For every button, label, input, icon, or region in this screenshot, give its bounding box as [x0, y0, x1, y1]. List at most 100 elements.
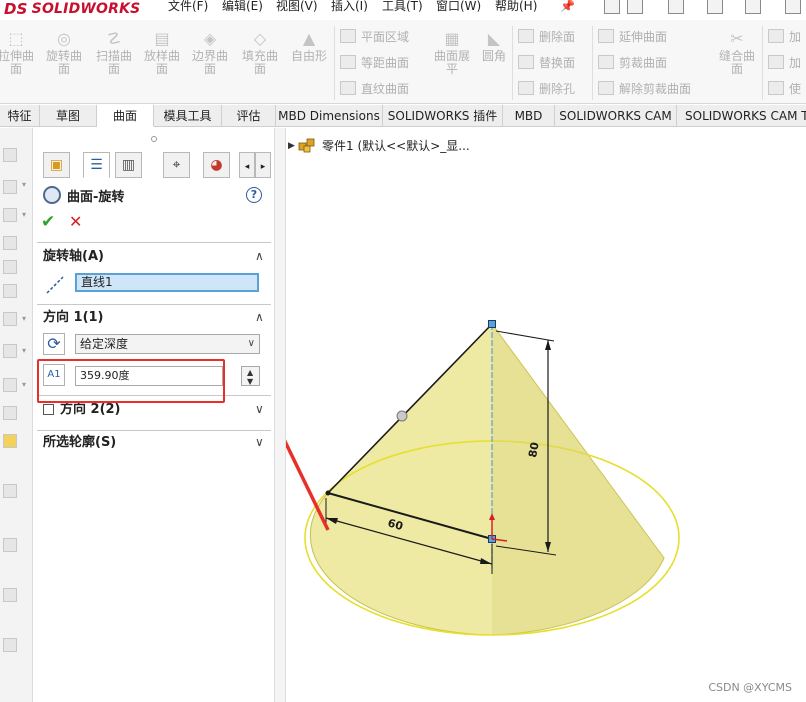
revolve-surface-button[interactable]: ◎ 旋转曲 面 — [44, 30, 84, 76]
panel-grip-icon[interactable] — [151, 136, 157, 142]
new-document-icon[interactable] — [627, 0, 643, 14]
fill-surface-button[interactable]: ◇ 填充曲 面 — [240, 30, 280, 76]
thicken-cut-button[interactable]: 加 — [768, 52, 801, 72]
direction1-section-heading[interactable]: 方向 1(1) — [43, 309, 104, 327]
chevron-down-icon[interactable]: ▾ — [22, 314, 26, 323]
loft-surface-label: 放样曲 面 — [143, 49, 180, 76]
knit-surface-button[interactable]: ✂ 缝合曲 面 — [715, 30, 759, 76]
direction2-section-heading[interactable]: 方向 2(2) — [60, 401, 121, 419]
planar-surface-button[interactable]: 平面区域 — [340, 26, 409, 46]
rotate-handle-icon[interactable] — [396, 410, 408, 422]
display-manager-tab[interactable]: ◕ — [203, 152, 230, 178]
print-icon[interactable] — [745, 0, 761, 14]
tab-surfaces[interactable]: 曲面 — [97, 105, 154, 127]
menu-edit[interactable]: 编辑(E) — [222, 0, 263, 14]
strip-tool-icon[interactable] — [3, 538, 17, 552]
dimxpert-tab[interactable]: ⌖ — [163, 152, 190, 178]
chevron-down-icon[interactable]: ∨ — [255, 402, 267, 416]
strip-tool-icon[interactable] — [3, 180, 17, 194]
delete-hole-button[interactable]: 删除孔 — [518, 78, 575, 98]
strip-tool-icon[interactable] — [3, 378, 17, 392]
freeform-button[interactable]: ▲ 自由形 — [289, 30, 329, 63]
offset-surface-button[interactable]: 等距曲面 — [340, 52, 409, 72]
strip-tool-icon[interactable] — [3, 638, 17, 652]
end-condition-select[interactable]: 给定深度 ∨ — [75, 334, 260, 354]
angle-spinner[interactable]: ▲ ▼ — [241, 366, 260, 386]
menu-help[interactable]: 帮助(H) — [495, 0, 537, 14]
strip-tool-icon[interactable] — [3, 588, 17, 602]
selected-contours-heading[interactable]: 所选轮廓(S) — [43, 434, 116, 452]
feature-manager-tab[interactable]: ▣ — [43, 152, 70, 178]
extend-surface-button[interactable]: 延伸曲面 — [598, 26, 667, 46]
tab-mbd[interactable]: MBD — [503, 105, 555, 127]
strip-tool-icon[interactable] — [3, 406, 17, 420]
untrim-surface-button[interactable]: 解除剪裁曲面 — [598, 78, 691, 98]
tab-sketch[interactable]: 草图 — [40, 105, 97, 127]
configuration-manager-tab[interactable]: ▥ — [115, 152, 142, 178]
graphics-area[interactable]: ▶ 零件1 (默认<<默认>_显... 80 60 CSDN @XYCMS — [286, 128, 806, 702]
replace-face-button[interactable]: 替换面 — [518, 52, 575, 72]
tab-mbd-dimensions[interactable]: MBD Dimensions — [276, 105, 383, 127]
chevron-up-icon[interactable]: ∧ — [255, 249, 267, 263]
strip-tool-icon[interactable] — [3, 312, 17, 326]
menu-file[interactable]: 文件(F) — [168, 0, 208, 14]
tab-solidworks-cam-tbi[interactable]: SOLIDWORKS CAM TBI — [677, 105, 806, 127]
strip-tool-icon[interactable] — [3, 434, 17, 448]
strip-tool-icon[interactable] — [3, 260, 17, 274]
thicken-button[interactable]: 加 — [768, 26, 801, 46]
open-document-icon[interactable] — [668, 0, 684, 14]
chevron-down-icon[interactable]: ▾ — [22, 180, 26, 189]
axis-selection-field[interactable]: 直线1 — [75, 273, 259, 292]
strip-tool-icon[interactable] — [3, 284, 17, 298]
fillet-button[interactable]: ◣ 圆角 — [476, 30, 512, 63]
chevron-up-icon[interactable]: ∧ — [255, 310, 267, 324]
chevron-down-icon[interactable]: ▾ — [22, 380, 26, 389]
spin-down-icon[interactable]: ▼ — [247, 377, 253, 386]
strip-tool-icon[interactable] — [3, 484, 17, 498]
axis-section-heading[interactable]: 旋转轴(A) — [43, 248, 104, 266]
loft-surface-button[interactable]: ▤ 放样曲 面 — [142, 30, 182, 76]
menu-insert[interactable]: 插入(I) — [331, 0, 368, 14]
ok-button[interactable]: ✔ — [41, 212, 55, 232]
tabs-scroll-left[interactable]: ◂ — [239, 152, 255, 178]
reverse-direction-icon[interactable]: ⟳ — [43, 333, 65, 355]
boundary-surface-button[interactable]: ◈ 边界曲 面 — [190, 30, 230, 76]
ruled-surface-button[interactable]: 直纹曲面 — [340, 78, 409, 98]
base-edge-point[interactable] — [325, 490, 331, 496]
chevron-down-icon[interactable]: ∨ — [255, 435, 267, 449]
cut-with-surface-button[interactable]: 使 — [768, 78, 801, 98]
tab-evaluate[interactable]: 评估 — [222, 105, 276, 127]
home-icon[interactable] — [604, 0, 620, 14]
trim-surface-button[interactable]: 剪裁曲面 — [598, 52, 667, 72]
save-icon[interactable] — [707, 0, 723, 14]
apex-point[interactable] — [488, 320, 496, 328]
property-manager-tab[interactable]: ☰ — [83, 152, 110, 178]
height-dimension-text[interactable]: 80 — [526, 441, 542, 459]
strip-tool-icon[interactable] — [3, 208, 17, 222]
strip-tool-icon[interactable] — [3, 148, 17, 162]
menu-tools[interactable]: 工具(T) — [382, 0, 423, 14]
help-icon[interactable]: ? — [246, 187, 262, 203]
tab-solidworks-cam[interactable]: SOLIDWORKS CAM — [555, 105, 677, 127]
tab-mold-tools[interactable]: 模具工具 — [154, 105, 222, 127]
sweep-surface-button[interactable]: ☡ 扫描曲 面 — [94, 30, 134, 76]
tabs-scroll-right[interactable]: ▸ — [255, 152, 271, 178]
menu-window[interactable]: 窗口(W) — [436, 0, 481, 14]
chevron-down-icon[interactable]: ▾ — [22, 346, 26, 355]
tab-features[interactable]: 特征 — [0, 105, 40, 127]
delete-face-button[interactable]: 删除面 — [518, 26, 575, 46]
menu-view[interactable]: 视图(V) — [276, 0, 318, 14]
knit-surface-label: 缝合曲 面 — [718, 49, 755, 76]
panel-scrollbar[interactable] — [274, 128, 286, 702]
strip-tool-icon[interactable] — [3, 344, 17, 358]
surface-flatten-button[interactable]: ▦ 曲面展 平 — [430, 30, 474, 76]
spin-up-icon[interactable]: ▲ — [247, 368, 253, 377]
chevron-down-icon[interactable]: ▾ — [22, 210, 26, 219]
strip-tool-icon[interactable] — [3, 236, 17, 250]
tab-solidworks-addins[interactable]: SOLIDWORKS 插件 — [383, 105, 503, 127]
cancel-button[interactable]: ✕ — [69, 212, 82, 231]
extrude-surface-button[interactable]: ⬚ 拉伸曲 面 — [0, 30, 36, 76]
undo-icon[interactable] — [785, 0, 801, 14]
direction2-checkbox[interactable] — [43, 404, 54, 415]
pin-icon[interactable]: 📌 — [560, 0, 575, 14]
